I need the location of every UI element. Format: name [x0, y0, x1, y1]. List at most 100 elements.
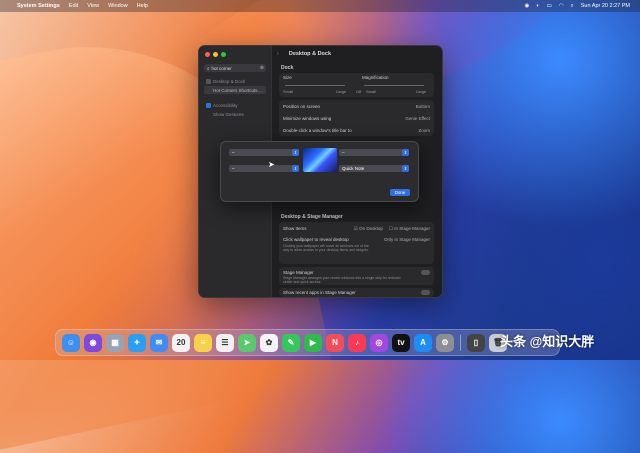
- sidebar-item-accessibility[interactable]: Accessibility: [204, 101, 266, 109]
- control-center-icon[interactable]: ◐: [536, 3, 539, 9]
- menu-view[interactable]: View: [87, 3, 99, 9]
- iphone-mirroring-icon[interactable]: ▯: [467, 333, 485, 352]
- stage-manager-group: Stage Manager Stage Manager arranges you…: [279, 267, 434, 285]
- accessibility-icon: [206, 102, 211, 108]
- bottom-right-value: Quick Note: [342, 166, 365, 171]
- status-icon[interactable]: ◉: [525, 3, 530, 9]
- traffic-lights: [205, 52, 226, 57]
- mag-small-label: Small: [366, 89, 377, 94]
- launchpad-icon[interactable]: ▦: [106, 333, 124, 352]
- stage-manager-desc: Stage Manager arranges your recent windo…: [283, 276, 401, 284]
- sidebar-item-desktop-dock[interactable]: Desktop & Dock: [204, 77, 266, 85]
- sidebar-item-label: Hot Corners Shortcuts…: [213, 87, 263, 93]
- clear-search-icon[interactable]: ⊗: [260, 65, 264, 71]
- click-wallpaper-desc: Clicking your wallpaper will move all wi…: [283, 244, 369, 252]
- mag-large-label: Large: [416, 89, 427, 94]
- sidebar-item-hot-corners[interactable]: Hot Corners Shortcuts…: [204, 86, 266, 94]
- mouse-cursor-icon: ➤: [268, 160, 275, 169]
- back-icon[interactable]: ‹: [277, 51, 279, 57]
- app-store-icon[interactable]: A: [414, 333, 432, 352]
- size-large-label: Large: [336, 89, 347, 94]
- minimize-row[interactable]: Minimize windows using Genie Effect: [283, 114, 430, 122]
- position-row[interactable]: Position on screen Bottom: [283, 102, 430, 110]
- size-label: Size: [283, 75, 292, 80]
- show-items-row: Show Items ☑ On Desktop ☐ In Stage Manag…: [283, 225, 430, 232]
- mail-icon[interactable]: ✉: [150, 333, 168, 352]
- top-left-corner-select[interactable]: – ⇕: [229, 149, 299, 156]
- search-value: hot corner: [211, 65, 232, 71]
- page-title: Desktop & Dock: [288, 51, 332, 57]
- photos-icon[interactable]: ✿: [260, 333, 278, 352]
- stage-group: Show Items ☑ On Desktop ☐ In Stage Manag…: [279, 222, 434, 264]
- in-stage-manager-label: In Stage Manager: [394, 225, 430, 231]
- siri-icon[interactable]: ◉: [84, 333, 102, 352]
- minimize-value[interactable]: Genie Effect: [405, 116, 430, 121]
- chevron-updown-icon: ⇕: [292, 149, 299, 156]
- menu-edit[interactable]: Edit: [69, 3, 78, 9]
- sidebar-search-input[interactable]: ⌕ hot corner ⊗: [204, 64, 266, 72]
- magnification-label: Magnification: [362, 75, 389, 80]
- calendar-icon[interactable]: 20: [172, 333, 190, 352]
- maps-icon[interactable]: ➤: [238, 333, 256, 352]
- watermark: 头条 @知识大胖: [500, 334, 595, 349]
- double-click-value[interactable]: Zoom: [418, 128, 430, 133]
- show-recent-toggle[interactable]: [421, 290, 430, 295]
- search-icon: ⌕: [207, 65, 210, 71]
- dock-separator: [460, 334, 461, 351]
- magnification-slider[interactable]: [364, 85, 424, 86]
- stage-section-header: Desktop & Stage Manager: [281, 214, 343, 220]
- on-desktop-label: On Desktop: [359, 225, 383, 231]
- in-stage-manager-checkbox[interactable]: ☐ In Stage Manager: [389, 226, 430, 232]
- menu-window[interactable]: Window: [108, 3, 128, 9]
- reminders-icon[interactable]: ☰: [216, 333, 234, 352]
- messages-icon[interactable]: ✎: [282, 333, 300, 352]
- close-icon[interactable]: [205, 52, 210, 57]
- menubar-clock[interactable]: Sun Apr 20 2:27 PM: [581, 3, 630, 9]
- position-value[interactable]: Bottom: [416, 104, 430, 109]
- search-menu-icon[interactable]: ⌕: [571, 3, 574, 10]
- sidebar-item-label: Accessibility: [213, 102, 238, 108]
- click-wallpaper-label: Click wallpaper to reveal desktop: [283, 237, 349, 242]
- hot-corners-dialog: – ⇕ – ⇕ – ⇕ Quick Note ⇕ Done: [220, 141, 419, 202]
- dock-options-group: Position on screen Bottom Minimize windo…: [279, 100, 434, 136]
- size-slider[interactable]: [285, 85, 345, 86]
- safari-icon[interactable]: ✦: [128, 333, 146, 352]
- dock-size-group: Size Magnification Small Large Off Small…: [279, 73, 434, 97]
- minimize-icon[interactable]: [213, 52, 218, 57]
- on-desktop-checkbox[interactable]: ☑ On Desktop: [354, 226, 383, 232]
- battery-icon[interactable]: ▭: [547, 3, 552, 9]
- menu-app-name[interactable]: System Settings: [17, 3, 60, 9]
- podcasts-icon[interactable]: ◎: [370, 333, 388, 352]
- stage-manager-row: Stage Manager: [283, 269, 430, 275]
- chevron-updown-icon: ⇕: [402, 149, 409, 156]
- facetime-icon[interactable]: ▶: [304, 333, 322, 352]
- click-wallpaper-value[interactable]: Only in Stage Manager: [384, 237, 430, 242]
- top-left-value: –: [232, 150, 235, 155]
- system-settings-icon[interactable]: ⚙: [436, 333, 454, 352]
- bottom-right-corner-select[interactable]: Quick Note ⇕: [339, 165, 409, 172]
- sidebar-item-label: Desktop & Dock: [213, 78, 246, 84]
- sidebar-item-show-gestures[interactable]: Show Gestures: [204, 110, 266, 118]
- show-items-label: Show Items: [283, 226, 307, 231]
- stage-manager-toggle[interactable]: [421, 269, 430, 275]
- notes-icon[interactable]: ≡: [194, 333, 212, 352]
- sidebar-item-label: Show Gestures: [213, 111, 244, 117]
- chevron-updown-icon: ⇕: [292, 165, 299, 172]
- double-click-row[interactable]: Double-click a window's title bar to Zoo…: [283, 126, 430, 134]
- bottom-left-value: –: [232, 166, 235, 171]
- menu-help[interactable]: Help: [137, 3, 148, 9]
- tv-icon[interactable]: tv: [392, 333, 410, 352]
- music-icon[interactable]: ♪: [348, 333, 366, 352]
- top-right-value: –: [342, 150, 345, 155]
- done-button[interactable]: Done: [390, 189, 410, 196]
- bottom-left-corner-select[interactable]: – ⇕: [229, 165, 299, 172]
- top-right-corner-select[interactable]: – ⇕: [339, 149, 409, 156]
- zoom-icon[interactable]: [221, 52, 226, 57]
- size-small-label: Small: [283, 89, 294, 94]
- stage-manager-label: Stage Manager: [283, 269, 314, 275]
- double-click-label: Double-click a window's title bar to: [283, 127, 352, 133]
- click-wallpaper-row[interactable]: Click wallpaper to reveal desktop Only i…: [283, 236, 430, 243]
- finder-icon[interactable]: ☺: [62, 333, 80, 352]
- wifi-icon[interactable]: ◠: [559, 3, 564, 9]
- news-icon[interactable]: N: [326, 333, 344, 352]
